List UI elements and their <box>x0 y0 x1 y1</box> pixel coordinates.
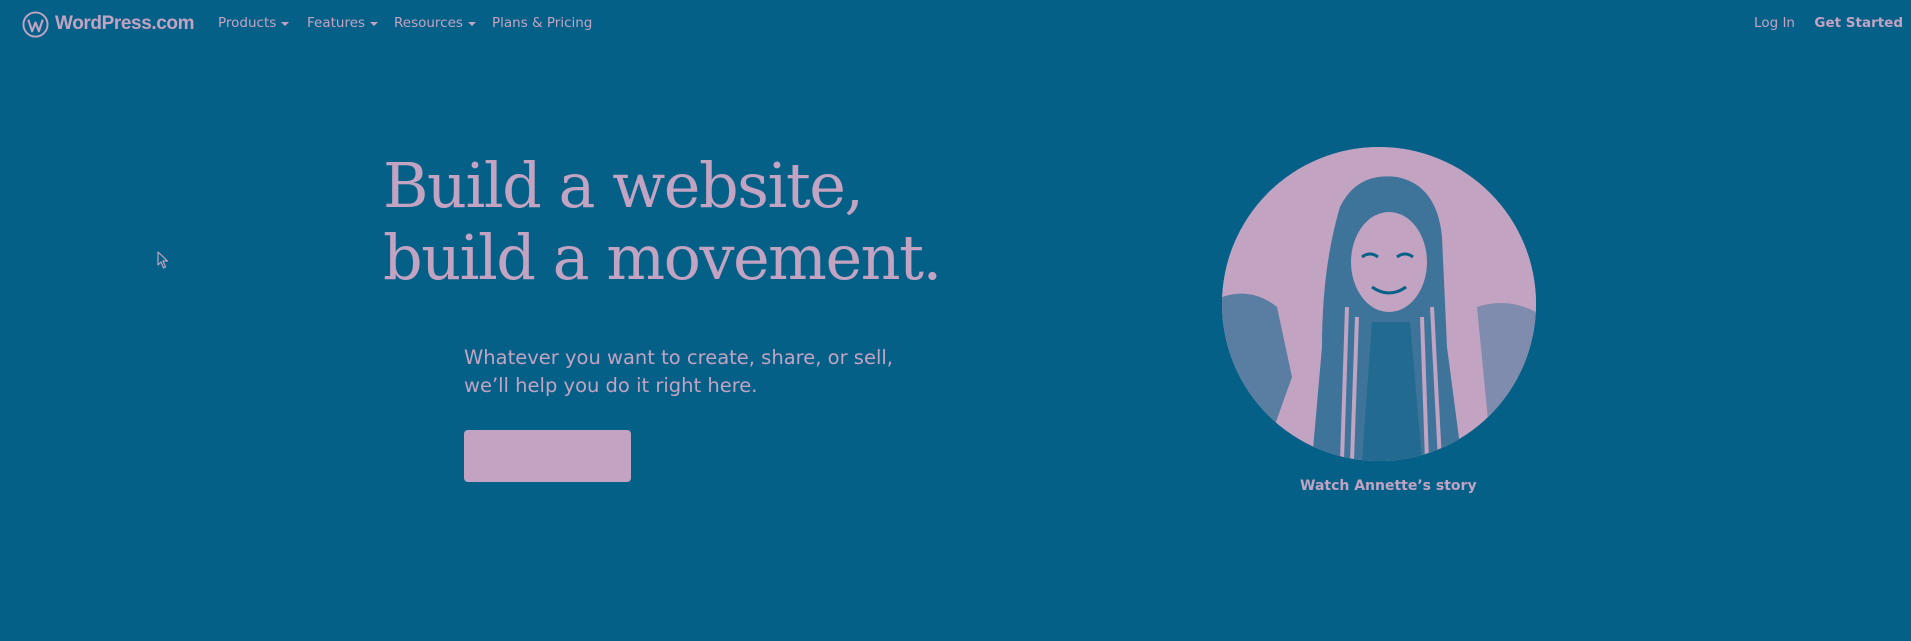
hero-subtext: Whatever you want to create, share, or s… <box>464 344 893 400</box>
hero-subtext-line-1: Whatever you want to create, share, or s… <box>464 346 893 369</box>
nav-resources[interactable]: Resources <box>394 15 476 31</box>
nav-products[interactable]: Products <box>218 15 290 31</box>
chevron-down-icon <box>467 22 476 26</box>
top-navigation: WordPress.com Products Features Resource… <box>0 0 1911 48</box>
nav-features-label: Features <box>307 15 366 31</box>
annette-portrait-image <box>1222 147 1536 461</box>
nav-plans-pricing[interactable]: Plans & Pricing <box>492 15 592 31</box>
wordpress-logo-icon <box>22 10 49 38</box>
nav-resources-label: Resources <box>394 15 463 31</box>
hero-headline: Build a website, build a movement. <box>383 149 942 294</box>
login-link[interactable]: Log In <box>1754 15 1795 31</box>
hero-headline-line-1: Build a website, <box>383 149 864 222</box>
hero-subtext-line-2: we’ll help you do it right here. <box>464 374 758 397</box>
annette-story-video[interactable] <box>1222 147 1536 461</box>
nav-features[interactable]: Features <box>307 15 379 31</box>
get-started-link[interactable]: Get Started <box>1814 15 1903 31</box>
mouse-pointer-icon <box>157 251 169 269</box>
get-started-button[interactable] <box>464 430 631 482</box>
chevron-down-icon <box>281 22 290 26</box>
wordpress-home-link[interactable]: WordPress.com <box>22 10 195 38</box>
nav-products-label: Products <box>218 15 277 31</box>
watch-story-link[interactable]: Watch Annette’s story <box>1300 478 1477 494</box>
nav-plans-pricing-label: Plans & Pricing <box>492 15 593 31</box>
chevron-down-icon <box>370 22 379 26</box>
hero-headline-line-2: build a movement. <box>383 221 942 294</box>
brand-name: WordPress.com <box>55 13 195 34</box>
